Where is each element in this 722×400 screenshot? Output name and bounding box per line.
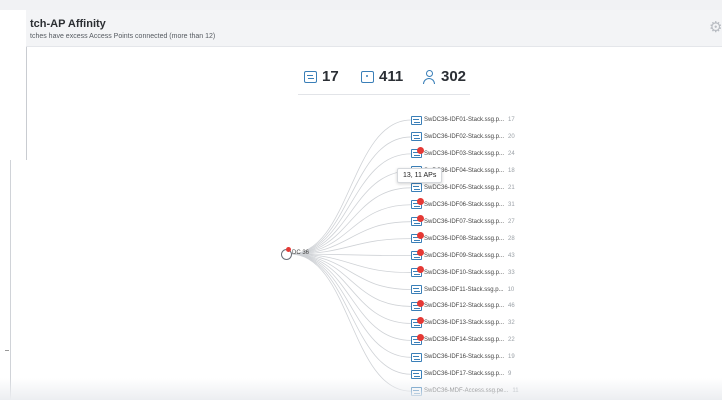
switch-icon: [411, 316, 424, 328]
switch-leaf-node[interactable]: SwDC36-IDF05-Stack.ssg.p... 21: [411, 183, 515, 193]
switch-leaf-node[interactable]: SwDC36-IDF10-Stack.ssg.p... 33: [411, 266, 515, 278]
switch-leaf-label: SwDC36-IDF11-Stack.ssg.p...: [424, 286, 504, 293]
switch-count[interactable]: 17: [304, 68, 339, 85]
switch-icon: [411, 285, 422, 294]
switch-leaf-node[interactable]: SwDC36-IDF08-Stack.ssg.p... 28: [411, 232, 515, 244]
ap-count-label: 32: [508, 320, 515, 327]
switch-leaf-node[interactable]: SwDC36-IDF16-Stack.ssg.p... 19: [411, 352, 515, 362]
switch-icon: [411, 198, 424, 210]
alert-badge: [417, 215, 424, 223]
person-icon: [422, 69, 436, 84]
alert-badge: [417, 147, 424, 155]
widget-title: tch-AP Affinity: [30, 18, 106, 30]
switch-icon: [411, 115, 422, 125]
ap-count-label: 18: [508, 167, 515, 174]
switch-leaf-node[interactable]: SwDC36-IDF14-Stack.ssg.p... 22: [411, 333, 515, 345]
ap-count-value: 411: [379, 68, 404, 85]
alert-badge: [417, 333, 424, 341]
alert-badge: [417, 266, 424, 274]
alert-badge: [417, 198, 424, 206]
switch-leaf-label: SwDC36-IDF10-Stack.ssg.p...: [424, 269, 505, 276]
switch-leaf-node[interactable]: SwDC36-IDF07-Stack.ssg.p... 27: [411, 215, 515, 227]
ap-count-label: 10: [507, 286, 515, 293]
switch-leaf-label: SwDC36-IDF12-Stack.ssg.p...: [424, 303, 505, 310]
client-count-value: 302: [441, 68, 467, 85]
ap-count-label: 33: [508, 269, 515, 276]
ap-count-label: 20: [508, 133, 515, 140]
ap-count-label: 31: [508, 201, 515, 208]
switch-leaf-node[interactable]: SwDC36-IDF03-Stack.ssg.p... 24: [411, 147, 515, 159]
widget-subtitle: tches have excess Access Points connecte…: [30, 33, 216, 40]
switch-leaf-label: SwDC36-IDF14-Stack.ssg.p...: [424, 337, 505, 344]
switch-leaf-label: SwDC36-IDF02-Stack.ssg.p...: [424, 133, 505, 140]
scroll-mark: [5, 350, 9, 351]
switch-leaf-label: SwDC36-IDF03-Stack.ssg.p...: [424, 150, 505, 157]
switch-leaf-label: SwDC36-IDF17-Stack.ssg.p...: [424, 371, 505, 378]
client-count[interactable]: 302: [422, 68, 466, 85]
gear-icon[interactable]: ⚙: [709, 20, 722, 35]
switch-icon: [411, 299, 424, 311]
switch-icon: [411, 183, 422, 193]
switch-icon: [411, 232, 424, 244]
switch-count-value: 17: [322, 68, 339, 85]
switch-icon: [411, 266, 424, 278]
ap-count-label: 22: [508, 337, 515, 344]
hover-tooltip: 13, 11 APs: [397, 168, 443, 183]
ap-count-label: 24: [508, 150, 515, 157]
ap-count-label: 27: [508, 218, 515, 225]
access-point-icon: [361, 70, 374, 83]
switch-icon: [411, 249, 424, 261]
bottom-fade: [0, 378, 722, 400]
switch-icon: [411, 333, 424, 345]
switch-icon: [411, 147, 424, 159]
alert-badge: [417, 316, 424, 324]
switch-leaf-node[interactable]: SwDC36-IDF12-Stack.ssg.p... 46: [411, 299, 515, 311]
switch-icon: [411, 132, 422, 142]
switch-icon: [411, 352, 422, 362]
graph-area: [0, 160, 722, 400]
root-site-label: DC 36: [292, 250, 310, 256]
switch-leaf-label: SwDC36-IDF05-Stack.ssg.p...: [424, 184, 505, 191]
ap-count-label: 43: [508, 252, 515, 259]
switch-leaf-node[interactable]: SwDC36-IDF06-Stack.ssg.p... 31: [411, 198, 515, 210]
root-alert-badge: [286, 247, 291, 252]
switch-leaf-node[interactable]: SwDC36-IDF02-Stack.ssg.p... 20: [411, 132, 515, 142]
alert-badge: [417, 299, 424, 307]
alert-badge: [417, 249, 424, 257]
switch-icon: [411, 215, 424, 227]
ap-count-label: 46: [508, 303, 515, 310]
top-strip: [0, 0, 722, 10]
switch-leaf-label: SwDC36-IDF01-Stack.ssg.p...: [424, 117, 505, 123]
switch-leaf-label: SwDC36-IDF13-Stack.ssg.p...: [424, 320, 505, 327]
alert-badge: [417, 232, 424, 240]
switch-icon: [304, 70, 317, 83]
ap-count-label: 19: [508, 354, 515, 361]
graph-left-divider: [10, 160, 11, 400]
ap-count[interactable]: 411: [361, 68, 403, 85]
switch-leaf-label: SwDC36-IDF08-Stack.ssg.p...: [424, 235, 505, 242]
ap-count-label: 9: [508, 371, 512, 378]
switch-leaf-node[interactable]: SwDC36-IDF11-Stack.ssg.p... 10: [411, 285, 514, 295]
switch-leaf-label: SwDC36-IDF06-Stack.ssg.p...: [424, 201, 505, 208]
switch-leaf-node[interactable]: SwDC36-IDF13-Stack.ssg.p... 32: [411, 316, 515, 328]
switch-leaf-node[interactable]: SwDC36-IDF01-Stack.ssg.p... 17: [411, 115, 515, 125]
switch-leaf-label: SwDC36-IDF09-Stack.ssg.p...: [424, 252, 505, 259]
widget-header: [26, 10, 722, 47]
switch-leaf-label: SwDC36-IDF07-Stack.ssg.p...: [424, 218, 505, 225]
ap-count-label: 28: [508, 235, 515, 242]
switch-leaf-node[interactable]: SwDC36-IDF09-Stack.ssg.p... 43: [411, 249, 515, 261]
ap-count-label: 17: [508, 117, 515, 123]
ap-count-label: 21: [508, 184, 515, 191]
switch-leaf-label: SwDC36-IDF16-Stack.ssg.p...: [424, 354, 505, 361]
